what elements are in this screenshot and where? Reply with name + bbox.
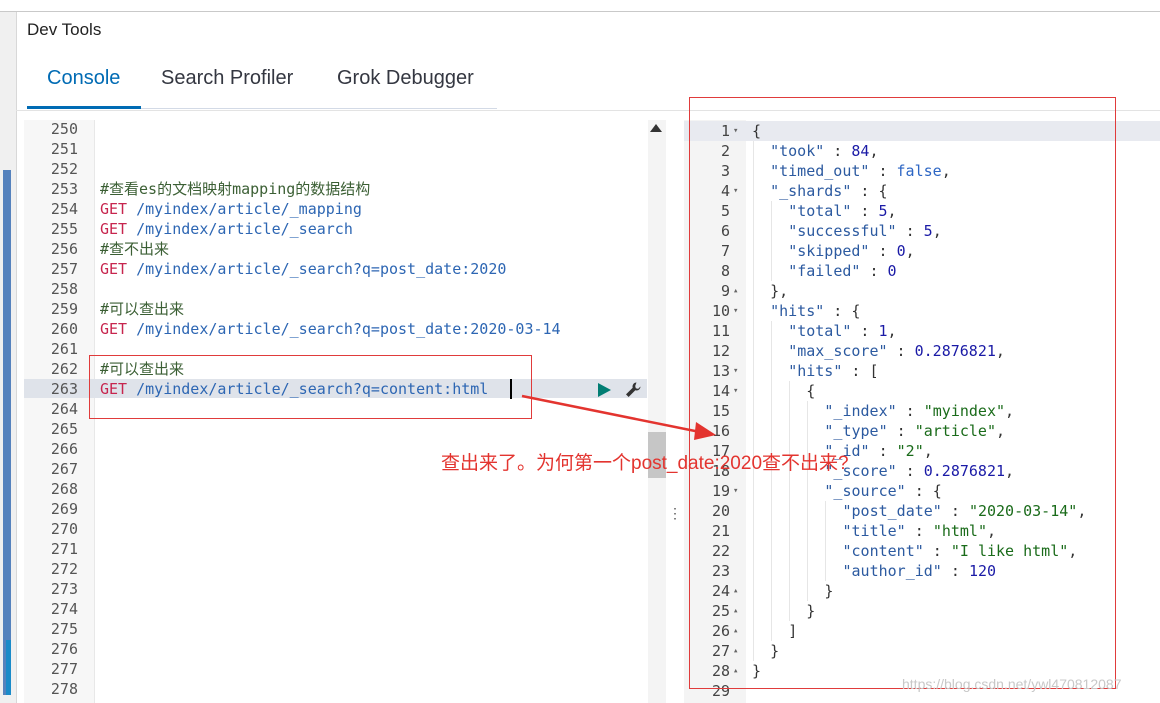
watermark: https://blog.csdn.net/ywl470812087 [902,676,1122,692]
line-number: 262 [50,360,78,378]
tab-grok-debugger[interactable]: Grok Debugger [337,67,474,107]
line-number: 253 [50,180,78,198]
http-method: GET [100,320,128,338]
tab-console[interactable]: Console [47,67,120,107]
scroll-up-icon[interactable] [650,124,662,132]
line-number: 250 [50,120,78,138]
line-number: 259 [50,300,78,318]
line-number: 254 [50,200,78,218]
annotation-arrow-icon [521,394,716,440]
code-line[interactable]: #可以查出来 [100,299,184,319]
request-path: /myindex/article/_search?q=post_date:202… [127,260,507,278]
line-number: 274 [50,600,78,618]
active-tab-indicator [27,106,141,109]
line-number: 260 [50,320,78,338]
code-line[interactable]: #查看es的文档映射mapping的数据结构 [100,179,370,199]
line-number: 269 [50,500,78,518]
line-number: 266 [50,440,78,458]
sidebar-accent [6,640,11,695]
line-number: 261 [50,340,78,358]
sidebar-scrollbar[interactable] [3,170,11,695]
line-number: 252 [50,160,78,178]
line-number: 256 [50,240,78,258]
line-number: 265 [50,420,78,438]
browser-top-edge [0,0,1160,12]
line-number: 258 [50,280,78,298]
line-number: 270 [50,520,78,538]
code-line[interactable]: GET /myindex/article/_search?q=post_date… [100,319,561,339]
http-method: GET [100,260,128,278]
request-path: /myindex/article/_search [127,220,353,238]
panel-resize-handle-icon[interactable]: ⋮ [668,505,682,522]
request-path: /myindex/article/_mapping [127,200,362,218]
line-number: 276 [50,640,78,658]
annotation-text: 查出来了。为何第一个post_date:2020查不出来? [441,453,849,474]
line-number: 271 [50,540,78,558]
code-line[interactable]: GET /myindex/article/_mapping [100,199,362,219]
line-number: 263 [50,380,78,398]
line-number: 257 [50,260,78,278]
http-method: GET [100,220,128,238]
line-number: 273 [50,580,78,598]
http-method: GET [100,200,128,218]
line-number: 277 [50,660,78,678]
tab-search-profiler[interactable]: Search Profiler [161,67,293,107]
line-number: 268 [50,480,78,498]
annotation-box-request [89,355,532,419]
request-path: /myindex/article/_search?q=post_date:202… [127,320,561,338]
line-number: 272 [50,560,78,578]
line-number: 275 [50,620,78,638]
code-line[interactable]: #查不出来 [100,239,169,259]
page-title: Dev Tools [27,20,102,39]
line-number: 251 [50,140,78,158]
annotation-box-response [689,97,1116,689]
line-number: 255 [50,220,78,238]
line-number: 267 [50,460,78,478]
line-number: 264 [50,400,78,418]
code-line[interactable]: GET /myindex/article/_search [100,219,353,239]
line-number: 278 [50,680,78,698]
code-line[interactable]: GET /myindex/article/_search?q=post_date… [100,259,506,279]
